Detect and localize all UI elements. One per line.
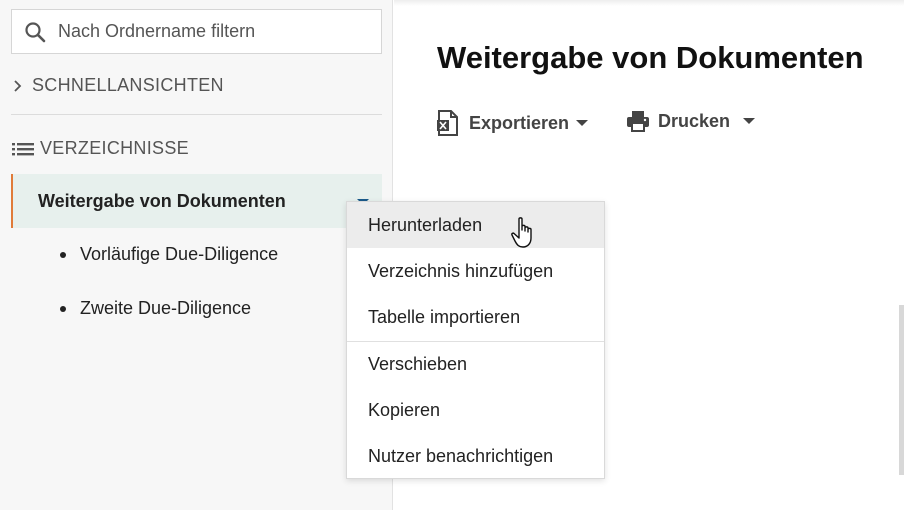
print-label: Drucken	[658, 110, 731, 131]
scrollbar[interactable]	[899, 305, 904, 475]
quick-views-toggle[interactable]: SCHNELLANSICHTEN	[12, 75, 224, 96]
menu-item-notify-users[interactable]: Nutzer benachrichtigen	[347, 433, 604, 479]
folder-filter-search[interactable]	[11, 9, 382, 54]
excel-file-icon	[437, 110, 459, 136]
chevron-right-icon	[12, 79, 32, 93]
menu-item-label: Nutzer benachrichtigen	[368, 445, 554, 466]
tree-item-label: Zweite Due-Diligence	[80, 298, 252, 318]
caret-down-icon	[576, 119, 589, 127]
tree-item-vorlaeufige[interactable]: Vorläufige Due-Diligence	[60, 244, 278, 265]
sidebar-divider	[11, 114, 382, 115]
export-label: Exportieren	[469, 112, 570, 133]
menu-item-label: Tabelle importieren	[368, 306, 521, 327]
search-icon	[12, 9, 58, 54]
hand-cursor-icon	[510, 216, 540, 255]
menu-item-copy[interactable]: Kopieren	[347, 387, 604, 433]
menu-item-move[interactable]: Verschieben	[347, 341, 604, 387]
tree-item-weitergabe[interactable]: Weitergabe von Dokumenten	[11, 174, 382, 228]
printer-icon	[626, 110, 650, 132]
menu-item-import-table[interactable]: Tabelle importieren	[347, 294, 604, 340]
directories-label: VERZEICHNISSE	[40, 138, 189, 158]
caret-down-icon	[743, 117, 756, 125]
export-button[interactable]: Exportieren	[437, 110, 589, 136]
bullet-icon	[60, 251, 66, 258]
menu-item-label: Kopieren	[368, 399, 441, 420]
page-title: Weitergabe von Dokumenten	[437, 40, 864, 75]
menu-item-label: Verschieben	[368, 353, 468, 374]
print-button[interactable]: Drucken	[626, 110, 756, 132]
menu-item-label: Herunterladen	[368, 214, 483, 235]
menu-item-add-directory[interactable]: Verzeichnis hinzufügen	[347, 248, 604, 294]
tree-item-zweite[interactable]: Zweite Due-Diligence	[60, 298, 251, 319]
tree-item-label: Weitergabe von Dokumenten	[38, 190, 286, 211]
folder-filter-input[interactable]	[58, 11, 358, 52]
folder-context-menu: Herunterladen Verzeichnis hinzufügen Tab…	[346, 201, 605, 479]
menu-item-label: Verzeichnis hinzufügen	[368, 260, 554, 281]
quick-views-label: SCHNELLANSICHTEN	[32, 75, 224, 95]
list-icon	[12, 141, 40, 157]
bullet-icon	[60, 305, 66, 312]
folder-sidebar: SCHNELLANSICHTEN VERZEICHNISSE Weitergab…	[0, 0, 393, 510]
tree-item-label: Vorläufige Due-Diligence	[80, 244, 279, 264]
menu-item-download[interactable]: Herunterladen	[347, 202, 604, 248]
directories-toggle[interactable]: VERZEICHNISSE	[12, 138, 189, 159]
